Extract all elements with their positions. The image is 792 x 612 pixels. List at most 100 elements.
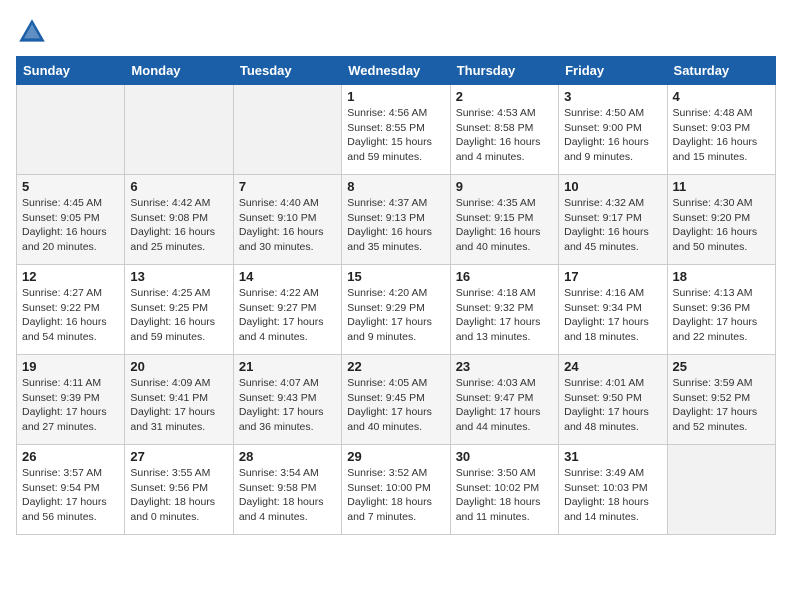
day-number: 7 (239, 179, 336, 194)
calendar-cell: 24 Sunrise: 4:01 AM Sunset: 9:50 PM Dayli… (559, 355, 667, 445)
day-info: Sunrise: 4:11 AM Sunset: 9:39 PM Dayligh… (22, 376, 119, 435)
day-info: Sunrise: 4:27 AM Sunset: 9:22 PM Dayligh… (22, 286, 119, 345)
day-info: Sunrise: 3:50 AM Sunset: 10:02 PM Daylig… (456, 466, 553, 525)
calendar-cell: 10Sunrise: 4:32 AM Sunset: 9:17 PM Dayli… (559, 175, 667, 265)
day-number: 3 (564, 89, 661, 104)
day-info: Sunrise: 4:18 AM Sunset: 9:32 PM Dayligh… (456, 286, 553, 345)
day-number: 23 (456, 359, 553, 374)
day-number: 2 (456, 89, 553, 104)
day-info: Sunrise: 4:03 AM Sunset: 9:47 PM Dayligh… (456, 376, 553, 435)
day-info: Sunrise: 3:55 AM Sunset: 9:56 PM Dayligh… (130, 466, 227, 525)
day-number: 10 (564, 179, 661, 194)
calendar-week-1: 1 Sunrise: 4:56 AM Sunset: 8:55 PM Daylig… (17, 85, 776, 175)
header (16, 16, 776, 48)
logo (16, 16, 52, 48)
day-info: Sunrise: 4:53 AM Sunset: 8:58 PM Dayligh… (456, 106, 553, 165)
calendar-cell: 7 Sunrise: 4:40 AM Sunset: 9:10 PM Daylig… (233, 175, 341, 265)
calendar-cell: 2 Sunrise: 4:53 AM Sunset: 8:58 PM Daylig… (450, 85, 558, 175)
day-info: Sunrise: 4:16 AM Sunset: 9:34 PM Dayligh… (564, 286, 661, 345)
day-number: 13 (130, 269, 227, 284)
day-number: 26 (22, 449, 119, 464)
day-info: Sunrise: 4:01 AM Sunset: 9:50 PM Dayligh… (564, 376, 661, 435)
weekday-header-tuesday: Tuesday (233, 57, 341, 85)
day-number: 19 (22, 359, 119, 374)
day-number: 17 (564, 269, 661, 284)
day-info: Sunrise: 4:05 AM Sunset: 9:45 PM Dayligh… (347, 376, 444, 435)
day-number: 15 (347, 269, 444, 284)
calendar-cell: 21 Sunrise: 4:07 AM Sunset: 9:43 PM Dayli… (233, 355, 341, 445)
weekday-header-thursday: Thursday (450, 57, 558, 85)
calendar-cell: 29 Sunrise: 3:52 AM Sunset: 10:00 PM Dayl… (342, 445, 450, 535)
day-info: Sunrise: 3:57 AM Sunset: 9:54 PM Dayligh… (22, 466, 119, 525)
calendar-week-5: 26 Sunrise: 3:57 AM Sunset: 9:54 PM Dayli… (17, 445, 776, 535)
calendar-cell: 13Sunrise: 4:25 AM Sunset: 9:25 PM Dayli… (125, 265, 233, 355)
day-info: Sunrise: 4:20 AM Sunset: 9:29 PM Dayligh… (347, 286, 444, 345)
calendar-cell: 8Sunrise: 4:37 AM Sunset: 9:13 PM Daylig… (342, 175, 450, 265)
calendar-cell: 17 Sunrise: 4:16 AM Sunset: 9:34 PM Dayli… (559, 265, 667, 355)
calendar-cell: 31Sunrise: 3:49 AM Sunset: 10:03 PM Dayl… (559, 445, 667, 535)
calendar-cell: 28 Sunrise: 3:54 AM Sunset: 9:58 PM Dayli… (233, 445, 341, 535)
day-info: Sunrise: 4:30 AM Sunset: 9:20 PM Dayligh… (673, 196, 770, 255)
calendar-body: 1 Sunrise: 4:56 AM Sunset: 8:55 PM Daylig… (17, 85, 776, 535)
day-number: 11 (673, 179, 770, 194)
weekday-header-monday: Monday (125, 57, 233, 85)
day-number: 30 (456, 449, 553, 464)
calendar-cell: 9Sunrise: 4:35 AM Sunset: 9:15 PM Daylig… (450, 175, 558, 265)
day-number: 20 (130, 359, 227, 374)
weekday-header-saturday: Saturday (667, 57, 775, 85)
calendar-cell: 26 Sunrise: 3:57 AM Sunset: 9:54 PM Dayli… (17, 445, 125, 535)
calendar-header: SundayMondayTuesdayWednesdayThursdayFrid… (17, 57, 776, 85)
calendar-cell: 22Sunrise: 4:05 AM Sunset: 9:45 PM Dayli… (342, 355, 450, 445)
calendar-cell (233, 85, 341, 175)
weekday-header-friday: Friday (559, 57, 667, 85)
calendar-cell (17, 85, 125, 175)
day-info: Sunrise: 4:37 AM Sunset: 9:13 PM Dayligh… (347, 196, 444, 255)
logo-icon (16, 16, 48, 48)
day-number: 27 (130, 449, 227, 464)
calendar-cell: 1 Sunrise: 4:56 AM Sunset: 8:55 PM Daylig… (342, 85, 450, 175)
day-info: Sunrise: 3:49 AM Sunset: 10:03 PM Daylig… (564, 466, 661, 525)
calendar-cell (667, 445, 775, 535)
day-number: 14 (239, 269, 336, 284)
day-info: Sunrise: 4:22 AM Sunset: 9:27 PM Dayligh… (239, 286, 336, 345)
day-number: 29 (347, 449, 444, 464)
day-number: 24 (564, 359, 661, 374)
calendar-cell: 16 Sunrise: 4:18 AM Sunset: 9:32 PM Dayli… (450, 265, 558, 355)
calendar-cell: 15 Sunrise: 4:20 AM Sunset: 9:29 PM Dayli… (342, 265, 450, 355)
calendar-cell: 25 Sunrise: 3:59 AM Sunset: 9:52 PM Dayli… (667, 355, 775, 445)
day-info: Sunrise: 4:07 AM Sunset: 9:43 PM Dayligh… (239, 376, 336, 435)
day-info: Sunrise: 4:40 AM Sunset: 9:10 PM Dayligh… (239, 196, 336, 255)
day-info: Sunrise: 4:50 AM Sunset: 9:00 PM Dayligh… (564, 106, 661, 165)
day-info: Sunrise: 3:59 AM Sunset: 9:52 PM Dayligh… (673, 376, 770, 435)
calendar-cell: 11 Sunrise: 4:30 AM Sunset: 9:20 PM Dayli… (667, 175, 775, 265)
calendar-cell: 5 Sunrise: 4:45 AM Sunset: 9:05 PM Daylig… (17, 175, 125, 265)
calendar-cell (125, 85, 233, 175)
calendar-table: SundayMondayTuesdayWednesdayThursdayFrid… (16, 56, 776, 535)
day-number: 18 (673, 269, 770, 284)
day-number: 1 (347, 89, 444, 104)
weekday-header-sunday: Sunday (17, 57, 125, 85)
weekday-row: SundayMondayTuesdayWednesdayThursdayFrid… (17, 57, 776, 85)
calendar-cell: 23 Sunrise: 4:03 AM Sunset: 9:47 PM Dayli… (450, 355, 558, 445)
day-info: Sunrise: 4:45 AM Sunset: 9:05 PM Dayligh… (22, 196, 119, 255)
calendar-cell: 30 Sunrise: 3:50 AM Sunset: 10:02 PM Dayl… (450, 445, 558, 535)
calendar-cell: 20 Sunrise: 4:09 AM Sunset: 9:41 PM Dayli… (125, 355, 233, 445)
day-info: Sunrise: 4:09 AM Sunset: 9:41 PM Dayligh… (130, 376, 227, 435)
day-number: 12 (22, 269, 119, 284)
calendar-week-3: 12 Sunrise: 4:27 AM Sunset: 9:22 PM Dayli… (17, 265, 776, 355)
calendar-cell: 14 Sunrise: 4:22 AM Sunset: 9:27 PM Dayli… (233, 265, 341, 355)
calendar-cell: 18Sunrise: 4:13 AM Sunset: 9:36 PM Dayli… (667, 265, 775, 355)
day-number: 16 (456, 269, 553, 284)
calendar-cell: 12 Sunrise: 4:27 AM Sunset: 9:22 PM Dayli… (17, 265, 125, 355)
day-info: Sunrise: 4:35 AM Sunset: 9:15 PM Dayligh… (456, 196, 553, 255)
day-info: Sunrise: 3:54 AM Sunset: 9:58 PM Dayligh… (239, 466, 336, 525)
day-number: 25 (673, 359, 770, 374)
calendar-cell: 3 Sunrise: 4:50 AM Sunset: 9:00 PM Daylig… (559, 85, 667, 175)
day-info: Sunrise: 4:56 AM Sunset: 8:55 PM Dayligh… (347, 106, 444, 165)
day-info: Sunrise: 4:42 AM Sunset: 9:08 PM Dayligh… (130, 196, 227, 255)
calendar-cell: 6Sunrise: 4:42 AM Sunset: 9:08 PM Daylig… (125, 175, 233, 265)
day-number: 21 (239, 359, 336, 374)
day-number: 5 (22, 179, 119, 194)
day-info: Sunrise: 3:52 AM Sunset: 10:00 PM Daylig… (347, 466, 444, 525)
day-number: 28 (239, 449, 336, 464)
